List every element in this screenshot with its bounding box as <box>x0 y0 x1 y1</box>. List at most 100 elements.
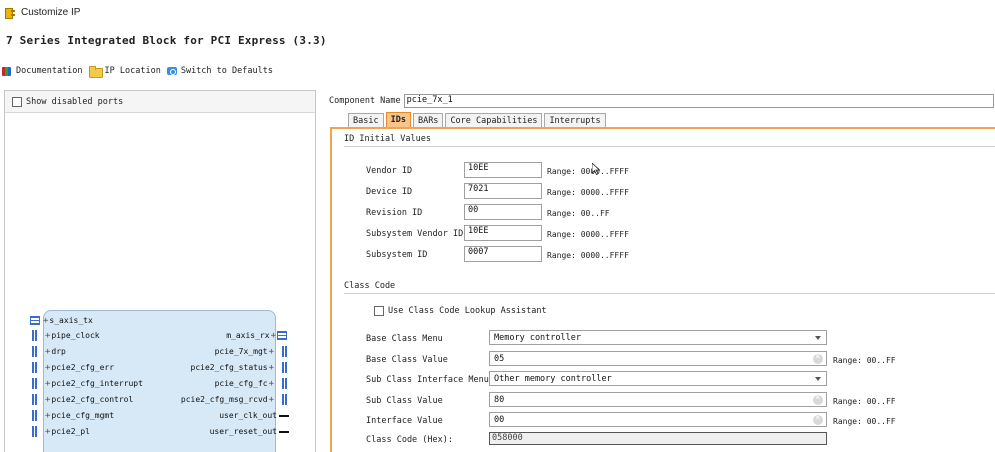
sub-class-value: 80 <box>494 394 505 405</box>
subsystem-id-input[interactable]: 0007 <box>464 246 542 262</box>
clear-icon[interactable] <box>813 352 823 364</box>
mouse-cursor-icon <box>592 163 600 175</box>
tab-bars[interactable]: BARs <box>412 113 444 127</box>
ip-location-label: IP Location <box>104 66 161 76</box>
port-right[interactable]: m_axis_rx + <box>226 329 289 342</box>
bus-interface-icon <box>30 316 40 325</box>
class-code-section-title: Class Code <box>344 281 396 291</box>
sub-class-menu-select[interactable]: Other memory controller <box>489 371 827 386</box>
bus-pin-icon <box>30 346 44 357</box>
bus-pin-icon <box>30 362 44 373</box>
device-id-label: Device ID <box>366 187 413 197</box>
book-icon <box>2 66 13 77</box>
interface-value-label: Interface Value <box>366 416 443 426</box>
show-disabled-ports-row: Show disabled ports <box>5 91 315 113</box>
port-right[interactable]: pcie_7x_mgt + <box>215 345 289 358</box>
revision-id-input[interactable]: 00 <box>464 204 542 220</box>
documentation-button[interactable]: Documentation <box>2 66 83 77</box>
clear-icon[interactable] <box>813 413 823 425</box>
subsystem-id-label: Subsystem ID <box>366 250 428 260</box>
base-class-range: Range: 00..FF <box>833 356 896 365</box>
sub-class-range: Range: 00..FF <box>833 397 896 406</box>
subsystem-vendor-id-range: Range: 0000..FFFF <box>547 230 629 239</box>
vendor-id-label: Vendor ID <box>366 166 413 176</box>
ip-location-button[interactable]: IP Location <box>88 65 161 78</box>
base-class-menu-value: Memory controller <box>494 332 581 343</box>
component-name-input[interactable]: pcie_7x_1 <box>403 94 994 108</box>
port-left[interactable]: + pcie2_cfg_control <box>30 393 133 406</box>
tab-bar: Basic IDs BARs Core Capabilities Interru… <box>348 112 608 127</box>
base-class-menu-select[interactable]: Memory controller <box>489 330 827 345</box>
chevron-down-icon <box>815 336 821 340</box>
port-right[interactable]: pcie2_cfg_msg_rcvd + <box>181 393 289 406</box>
port-right[interactable]: user_reset_out <box>210 425 289 438</box>
port-left[interactable]: + pipe_clock <box>30 329 100 342</box>
bus-pin-icon <box>30 330 44 341</box>
sub-class-menu-label: Sub Class Interface Menu <box>366 375 489 385</box>
ids-tab-content: ID Initial Values Vendor ID 10EE Range: … <box>330 127 995 452</box>
section-divider <box>344 293 995 294</box>
device-id-input[interactable]: 7021 <box>464 183 542 199</box>
device-id-range: Range: 0000..FFFF <box>547 188 629 197</box>
bus-pin-icon <box>30 378 44 389</box>
base-class-menu-label: Base Class Menu <box>366 334 443 344</box>
class-code-hex-value: 058000 <box>489 432 827 445</box>
subsystem-vendor-id-input[interactable]: 10EE <box>464 225 542 241</box>
interface-value-input[interactable]: 00 <box>489 412 827 427</box>
use-lookup-label: Use Class Code Lookup Assistant <box>388 306 547 316</box>
show-disabled-ports-checkbox[interactable] <box>12 96 22 107</box>
tab-basic[interactable]: Basic <box>348 113 384 127</box>
sub-class-value-label: Sub Class Value <box>366 396 443 406</box>
use-lookup-checkbox[interactable] <box>374 306 384 316</box>
id-section-title: ID Initial Values <box>344 134 431 144</box>
chevron-down-icon <box>815 377 821 381</box>
section-divider <box>344 146 995 147</box>
base-class-value-input[interactable]: 05 <box>489 351 827 366</box>
bus-pin-icon <box>30 426 44 437</box>
refresh-icon <box>166 66 178 77</box>
subsystem-id-range: Range: 0000..FFFF <box>547 251 629 260</box>
use-lookup-row: Use Class Code Lookup Assistant <box>374 306 547 316</box>
config-panel: Component Name pcie_7x_1 Basic IDs BARs … <box>326 90 995 452</box>
revision-id-label: Revision ID <box>366 208 423 218</box>
page-title: 7 Series Integrated Block for PCI Expres… <box>6 34 327 47</box>
bus-pin-icon <box>30 410 44 421</box>
port-left[interactable]: + pcie2_cfg_err <box>30 361 114 374</box>
bus-pin-icon <box>275 362 289 373</box>
port-right[interactable]: user_clk_out <box>219 409 289 422</box>
base-class-value-label: Base Class Value <box>366 355 448 365</box>
port-left[interactable]: + pcie_cfg_mgmt <box>30 409 114 422</box>
switch-defaults-label: Switch to Defaults <box>180 66 273 76</box>
port-right[interactable]: pcie2_cfg_status + <box>191 361 289 374</box>
interface-range: Range: 00..FF <box>833 417 896 426</box>
switch-defaults-button[interactable]: Switch to Defaults <box>166 66 273 77</box>
revision-id-range: Range: 00..FF <box>547 209 610 218</box>
show-disabled-ports-label: Show disabled ports <box>26 96 124 107</box>
port-right[interactable]: pcie_cfg_fc + <box>215 377 289 390</box>
bus-pin-icon <box>30 394 44 405</box>
ip-symbol-block: + s_axis_tx + pipe_clock + drp + pcie2_c… <box>30 310 289 452</box>
bus-interface-icon <box>277 331 287 340</box>
subsystem-vendor-id-label: Subsystem Vendor ID <box>366 229 464 239</box>
port-left[interactable]: + s_axis_tx <box>30 314 93 327</box>
tab-interrupts[interactable]: Interrupts <box>544 113 606 127</box>
window-titlebar: Customize IP <box>0 0 995 24</box>
port-left[interactable]: + drp <box>30 345 66 358</box>
sub-class-value-input[interactable]: 80 <box>489 392 827 407</box>
port-left[interactable]: + pcie2_cfg_interrupt <box>30 377 143 390</box>
bus-pin-icon <box>275 378 289 389</box>
bus-pin-icon <box>275 394 289 405</box>
tab-ids[interactable]: IDs <box>385 112 411 127</box>
sub-class-menu-value: Other memory controller <box>494 373 612 384</box>
vendor-id-input[interactable]: 10EE <box>464 162 542 178</box>
vendor-id-range: Range: 0000..FFFF <box>547 167 629 176</box>
clear-icon[interactable] <box>813 393 823 405</box>
base-class-value: 05 <box>494 353 505 364</box>
port-left[interactable]: + pcie2_pl <box>30 425 90 438</box>
tab-core-capabilities[interactable]: Core Capabilities <box>445 113 543 127</box>
wire-pin-icon <box>279 430 289 433</box>
window-title: Customize IP <box>21 6 81 18</box>
component-name-row: Component Name pcie_7x_1 <box>329 94 994 108</box>
component-name-label: Component Name <box>329 96 401 106</box>
documentation-label: Documentation <box>16 66 83 76</box>
